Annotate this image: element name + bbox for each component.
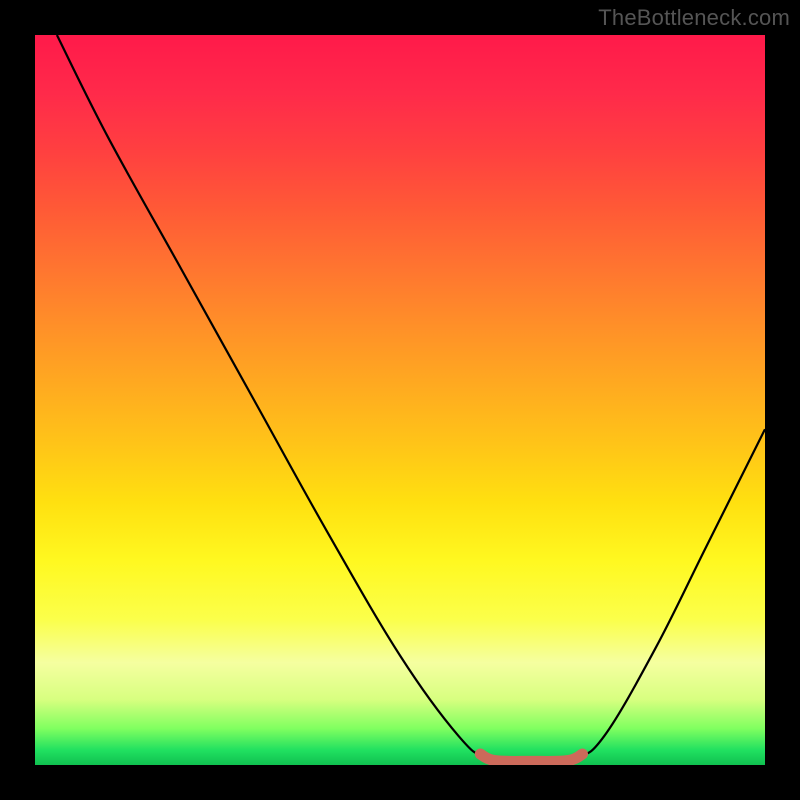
bottom-marker-line bbox=[480, 754, 582, 761]
chart-curve bbox=[35, 35, 765, 765]
chart-plot-area bbox=[35, 35, 765, 765]
bottleneck-curve-line bbox=[57, 35, 765, 761]
watermark-text: TheBottleneck.com bbox=[598, 5, 790, 31]
